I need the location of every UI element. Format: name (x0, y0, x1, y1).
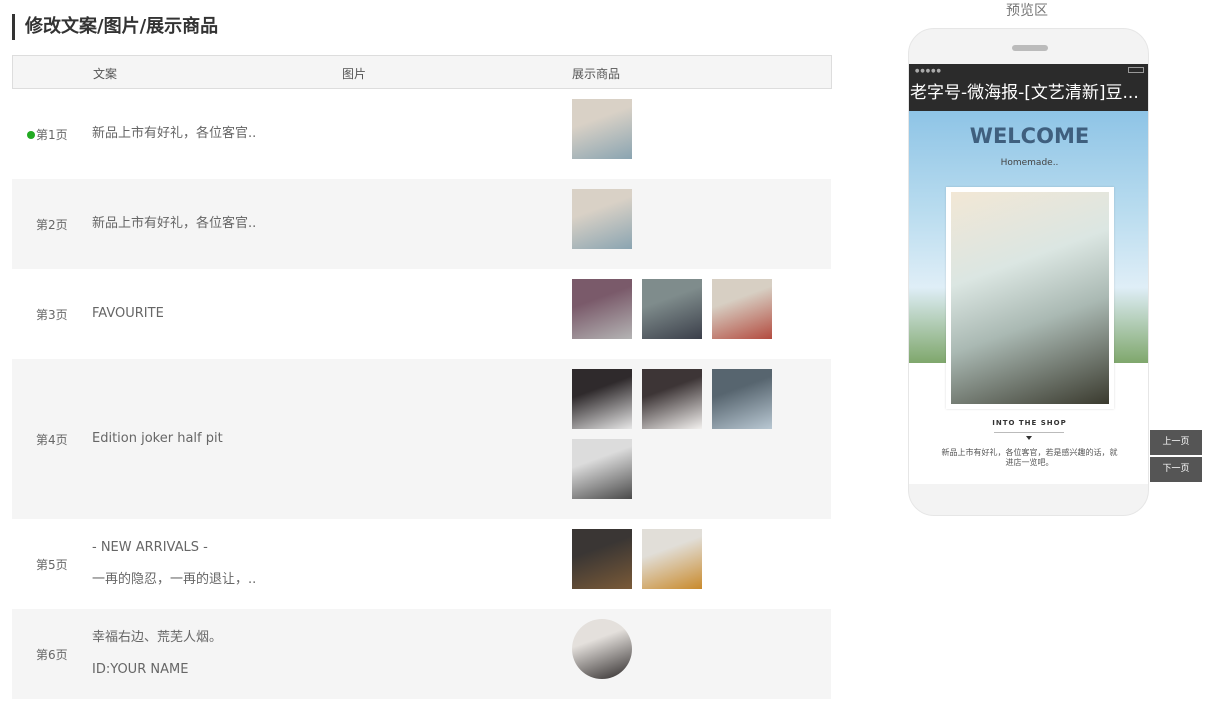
page-label: 第5页 (36, 556, 68, 573)
column-copy: 文案 (93, 67, 118, 81)
prev-page-button[interactable]: 上一页 (1150, 430, 1202, 455)
page-label: 第3页 (36, 306, 68, 323)
page-row-1[interactable]: 第1页 新品上市有好礼，各位客官.. (12, 89, 831, 179)
page-row-6[interactable]: 第6页 幸福右边、荒芜人烟。 ID:YOUR NAME (12, 609, 831, 699)
page-row-4[interactable]: 第4页 Edition joker half pit (12, 359, 831, 519)
copy-line: 一再的隐忍，一再的退让，.. (92, 572, 257, 587)
product-thumbs (572, 619, 792, 689)
phone-screen[interactable]: ●●●●● 老字号-微海报-[文艺清新]豆... WELCOME Homemad… (909, 64, 1148, 484)
copy-line: 新品上市有好礼，各位客官.. (92, 216, 257, 231)
page-number: 第5页 (36, 558, 68, 572)
product-thumbnail[interactable] (642, 279, 702, 339)
copy-line: Edition joker half pit (92, 431, 223, 446)
column-image: 图片 (342, 67, 367, 81)
copy-line: 幸福右边、荒芜人烟。 (92, 630, 223, 645)
product-thumbnail[interactable] (572, 529, 632, 589)
preview-description: 新品上市有好礼，各位客官，若是感兴趣的话，就进店一览吧。 (941, 448, 1118, 467)
copy-line: 新品上市有好礼，各位客官.. (92, 126, 257, 141)
page-number: 第1页 (36, 128, 68, 142)
product-thumbnail[interactable] (572, 99, 632, 159)
product-thumbs (572, 369, 792, 509)
status-bar: ●●●●● (909, 64, 1148, 76)
product-thumbnail[interactable] (572, 369, 632, 429)
divider (994, 432, 1064, 433)
hero-photo (946, 187, 1114, 409)
product-thumbnail[interactable] (712, 369, 772, 429)
active-dot-icon (27, 131, 35, 139)
table-header: 文案 图片 展示商品 (12, 55, 832, 89)
copy-line: FAVOURITE (92, 306, 164, 321)
page-row-2[interactable]: 第2页 新品上市有好礼，各位客官.. (12, 179, 831, 269)
copy-text[interactable]: Edition joker half pit (92, 423, 223, 455)
product-thumbs (572, 189, 792, 259)
copy-line: - NEW ARRIVALS - (92, 540, 208, 555)
signal-icon: ●●●●● (915, 68, 942, 74)
arrow-down-icon (1026, 436, 1032, 440)
preview-nav-title: 老字号-微海报-[文艺清新]豆... (909, 76, 1148, 111)
product-thumbnail[interactable] (712, 279, 772, 339)
homemade-text: Homemade.. (1000, 158, 1059, 168)
product-thumbnail[interactable] (642, 529, 702, 589)
phone-preview: ●●●●● 老字号-微海报-[文艺清新]豆... WELCOME Homemad… (908, 28, 1149, 516)
page-row-3[interactable]: 第3页 FAVOURITE (12, 269, 831, 359)
copy-text[interactable]: 新品上市有好礼，各位客官.. (92, 118, 256, 150)
product-thumbnail[interactable] (572, 279, 632, 339)
page-number: 第3页 (36, 308, 68, 322)
product-thumbs (572, 529, 792, 599)
preview-label: 预览区 (1006, 3, 1048, 19)
column-products: 展示商品 (572, 67, 621, 81)
copy-text[interactable]: 幸福右边、荒芜人烟。 ID:YOUR NAME (92, 622, 222, 686)
next-page-button[interactable]: 下一页 (1150, 457, 1202, 482)
into-shop-link[interactable]: INTO THE SHOP (909, 419, 1148, 427)
page-row-5[interactable]: 第5页 - NEW ARRIVALS - 一再的隐忍，一再的退让，.. (12, 519, 831, 609)
page-label: 第4页 (36, 431, 68, 448)
product-thumbs (572, 279, 792, 349)
page-label: 第1页 (27, 126, 68, 143)
welcome-text: WELCOME (969, 124, 1090, 148)
page-number: 第6页 (36, 648, 68, 662)
section-title: 修改文案/图片/展示商品 (12, 14, 218, 40)
product-thumbnail[interactable] (572, 619, 632, 679)
phone-speaker (1012, 45, 1048, 51)
copy-line: ID:YOUR NAME (92, 662, 189, 677)
page-number: 第4页 (36, 433, 68, 447)
page-number: 第2页 (36, 218, 68, 232)
product-thumbnail[interactable] (572, 189, 632, 249)
product-thumbnail[interactable] (572, 439, 632, 499)
copy-text[interactable]: - NEW ARRIVALS - 一再的隐忍，一再的退让，.. (92, 532, 256, 596)
page-label: 第2页 (36, 216, 68, 233)
product-thumbs (572, 99, 792, 169)
product-thumbnail[interactable] (642, 369, 702, 429)
copy-text[interactable]: FAVOURITE (92, 298, 164, 330)
battery-icon (1128, 67, 1144, 73)
page-list: 第1页 新品上市有好礼，各位客官.. 第2页 新品上市有好礼，各位客官.. 第3页 FAV… (12, 89, 832, 699)
copy-text[interactable]: 新品上市有好礼，各位客官.. (92, 208, 256, 240)
page-label: 第6页 (36, 646, 68, 663)
